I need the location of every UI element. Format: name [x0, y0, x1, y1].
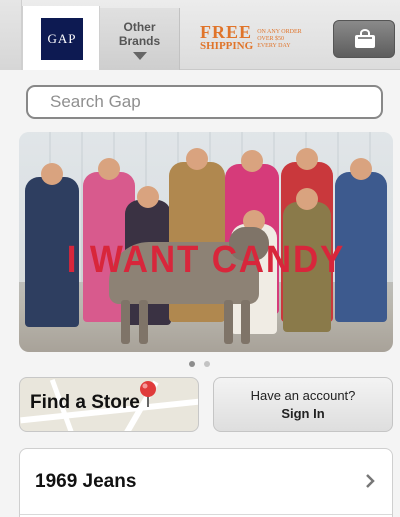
gap-logo-tab[interactable]: GAP [22, 6, 100, 70]
hero-dog-leg [121, 300, 130, 344]
find-a-store-button[interactable]: Find a Store [19, 377, 199, 432]
hero-headline: I WANT CANDY [66, 239, 346, 281]
hero-banner[interactable]: I WANT CANDY [19, 132, 393, 352]
hero-dog-leg [224, 300, 233, 344]
account-question: Have an account? [250, 388, 356, 403]
chevron-right-icon [366, 474, 375, 488]
hero-dog-leg [139, 300, 148, 344]
search-input[interactable]: Search Gap [26, 85, 383, 119]
list-item-label: 1969 Jeans [35, 471, 137, 492]
list-item[interactable]: 1969 Jeans [20, 449, 392, 515]
free-shipping-terms: ON ANY ORDER OVER $50 EVERY DAY [257, 28, 302, 49]
hero-dog-leg [241, 300, 250, 344]
carousel-dot-active[interactable] [189, 361, 195, 367]
sign-in-button[interactable]: Have an account? Sign In [213, 377, 393, 432]
map-pin-icon [140, 381, 156, 407]
nav-edge [0, 0, 22, 70]
carousel-indicator [189, 361, 210, 367]
find-a-store-label: Find a Store [30, 392, 140, 413]
gap-logo[interactable]: GAP [41, 18, 83, 60]
shopping-bag-icon [355, 29, 375, 48]
chevron-down-icon [133, 52, 147, 60]
top-navigation-bar: GAP Other Brands FREE SHIPPING ON ANY OR… [0, 0, 400, 70]
free-shipping-headline: FREE SHIPPING [200, 22, 254, 52]
category-list: 1969 Jeans [19, 448, 393, 517]
carousel-dot[interactable] [204, 361, 210, 367]
shopping-bag-button[interactable] [333, 20, 395, 58]
other-brands-tab[interactable]: Other Brands [100, 8, 180, 70]
sign-in-label: Sign In [281, 406, 325, 421]
other-brands-label: Other Brands [118, 20, 161, 48]
free-shipping-banner[interactable]: FREE SHIPPING ON ANY ORDER OVER $50 EVER… [200, 22, 302, 56]
